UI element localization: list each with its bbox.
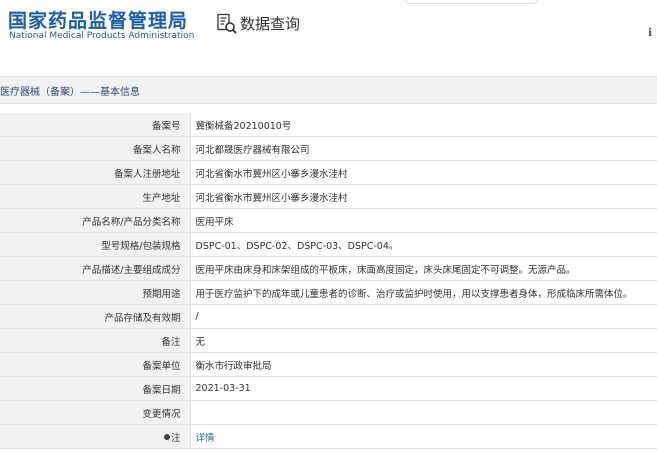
row-value: DSPC-01、DSPC-02、DSPC-03、DSPC-04。 [190, 232, 657, 257]
row-value: 冀衡械备20210010号 [190, 113, 657, 137]
row-value: 用于医疗监护下的成年或儿童患者的诊断、治疗或监护时使用，用以支撑患者身体，形成临… [190, 280, 657, 305]
row-label: 备案人注册地址 [0, 160, 191, 185]
row-label: 产品名称/产品分类名称 [0, 208, 191, 233]
row-value: 医用平床 [190, 208, 657, 233]
site-logo-cn[interactable]: 国家药品监督管理局 [8, 6, 188, 33]
row-value: 河北省衡水市冀州区小寨乡漫水洼村 [190, 160, 657, 185]
row-value: 衡水市行政审批局 [190, 352, 657, 377]
table-row: 注 详情 [0, 424, 657, 449]
row-label: 产品存储及有效期 [0, 304, 191, 329]
table-row: 产品名称/产品分类名称 医用平床 [0, 208, 657, 233]
row-label: 备注 [0, 328, 191, 353]
info-icon[interactable]: ℹ [648, 26, 652, 39]
site-header: 国家药品监督管理局 National Medical Products Admi… [0, 0, 657, 60]
table-row: 备案人名称 河北都晟医疗器械有限公司 [0, 136, 657, 161]
table-row: 产品存储及有效期 / [0, 304, 657, 329]
table-row: 产品描述/主要组成成分 医用平床由床身和床架组成的平板床，床面高度固定，床头床尾… [0, 256, 657, 281]
row-label: 备案单位 [0, 352, 191, 377]
row-value: 河北省衡水市冀州区小寨乡漫水洼村 [190, 184, 657, 209]
row-label: 预期用途 [0, 280, 191, 305]
row-label: 生产地址 [0, 184, 191, 209]
table-row: 型号规格/包装规格 DSPC-01、DSPC-02、DSPC-03、DSPC-0… [0, 232, 657, 257]
table-row: 变更情况 [0, 400, 657, 425]
row-label: 备案号 [0, 113, 191, 137]
row-value: 河北都晟医疗器械有限公司 [190, 136, 657, 161]
row-label: 型号规格/包装规格 [0, 232, 191, 257]
breadcrumb-bar: 医疗器械（备案）——基本信息 [0, 76, 657, 104]
row-value: 无 [190, 328, 657, 353]
bullet-icon [163, 434, 170, 440]
note-label-cell: 注 [0, 424, 191, 449]
row-label: 产品描述/主要组成成分 [0, 256, 191, 281]
data-query-label: 数据查询 [240, 15, 301, 33]
table-row: 备案单位 衡水市行政审批局 [0, 352, 657, 377]
row-label: 备案人名称 [0, 136, 191, 161]
document-search-icon [217, 13, 237, 34]
table-row: 备案号 冀衡械备20210010号 [0, 113, 657, 137]
row-value: 2021-03-31 [190, 376, 657, 401]
table-row: 备案人注册地址 河北省衡水市冀州区小寨乡漫水洼村 [0, 160, 657, 185]
table-row: 生产地址 河北省衡水市冀州区小寨乡漫水洼村 [0, 184, 657, 209]
breadcrumb: 医疗器械（备案）——基本信息 [0, 87, 140, 98]
details-link[interactable]: 详情 [190, 424, 657, 449]
detail-table: 备案号 冀衡械备20210010号 备案人名称 河北都晟医疗器械有限公司 备案人… [0, 113, 657, 449]
row-value [190, 400, 657, 425]
row-value: 医用平床由床身和床架组成的平板床，床面高度固定，床头床尾固定不可调整。无源产品。 [190, 256, 657, 281]
top-tab-edge [405, 0, 537, 4]
site-logo-en[interactable]: National Medical Products Administration [9, 31, 194, 41]
row-label: 注 [170, 432, 181, 444]
table-row: 预期用途 用于医疗监护下的成年或儿童患者的诊断、治疗或监护时使用，用以支撑患者身… [0, 280, 657, 305]
row-label: 备案日期 [0, 376, 191, 401]
table-row: 备案日期 2021-03-31 [0, 376, 657, 401]
row-value: / [190, 304, 657, 329]
table-row: 备注 无 [0, 328, 657, 353]
row-label: 变更情况 [0, 400, 191, 425]
